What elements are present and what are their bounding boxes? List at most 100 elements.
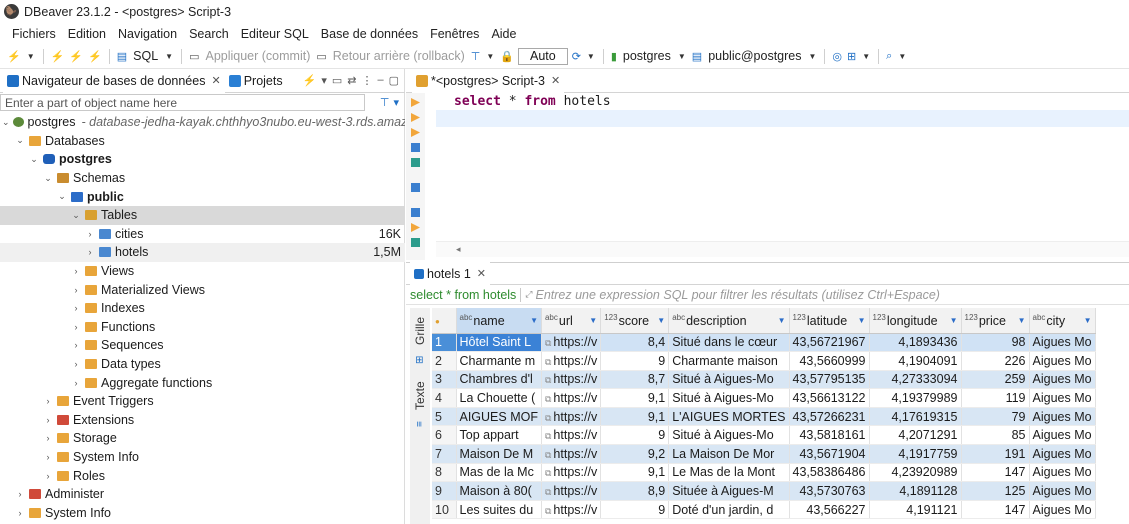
grid-cell[interactable]: ⧉ https://v — [541, 370, 602, 390]
chevron-down-icon[interactable]: ⌄ — [70, 210, 82, 221]
table-row[interactable]: 8 Mas de la Mc ⧉ https://v 9,1 Le Mas de la M… — [432, 463, 1096, 483]
grid-cell[interactable]: ⧉ https://v — [541, 407, 602, 427]
grid-cell[interactable]: 4,1893436 — [869, 333, 962, 353]
erd-icon[interactable]: ⊞ — [846, 50, 857, 63]
tree-system-info[interactable]: › System Info — [0, 448, 405, 467]
execute-script-icon[interactable] — [411, 128, 420, 137]
tree-connection-postgres[interactable]: ⌄ postgres - database-jedha-kayak.chthhy… — [0, 113, 405, 132]
grid-icon[interactable]: ⊞ — [411, 354, 429, 366]
chevron-right-icon[interactable]: › — [14, 489, 26, 499]
grid-cell[interactable]: 4,191121 — [869, 500, 962, 520]
row-number[interactable]: 1 — [432, 333, 457, 353]
grid-cell[interactable]: Aigues Mo — [1029, 370, 1096, 390]
open-script-icon[interactable] — [411, 223, 420, 232]
grid-cell[interactable]: Maison à 80( — [456, 481, 542, 501]
code-line[interactable]: select * from hotels — [436, 93, 1129, 110]
grid-cell[interactable]: 9,2 — [600, 444, 670, 464]
tree-functions[interactable]: › Functions — [0, 318, 405, 337]
filter-icon[interactable]: ⊤ — [380, 96, 390, 109]
grid-cell[interactable]: 4,17619315 — [869, 407, 962, 427]
tree-tables[interactable]: ⌄ Tables — [0, 206, 405, 225]
collapse-all-icon[interactable]: ▭ — [332, 74, 342, 87]
grid-cell[interactable]: 9 — [600, 500, 670, 520]
executed-query-label[interactable]: select * from hotels — [410, 288, 516, 302]
chevron-right-icon[interactable]: › — [42, 433, 54, 443]
grid-cell[interactable]: Situé à Aigues-Mo — [668, 388, 790, 408]
grid-cell[interactable]: Aigues Mo — [1029, 463, 1096, 483]
chevron-down-icon[interactable]: ▼ — [163, 52, 175, 61]
chevron-down-icon[interactable]: ▾ — [321, 74, 327, 87]
row-number[interactable]: 4 — [432, 388, 457, 408]
tree-aggregate-functions[interactable]: › Aggregate functions — [0, 373, 405, 392]
new-connection-icon[interactable]: ⚡ — [303, 74, 317, 87]
grid-cell[interactable]: Le Mas de la Mont — [668, 463, 790, 483]
chevron-right-icon[interactable]: › — [42, 452, 54, 462]
grid-cell[interactable]: 43,566227 — [789, 500, 870, 520]
chevron-down-icon[interactable]: ⌄ — [2, 117, 10, 128]
row-number[interactable]: 9 — [432, 481, 457, 501]
grid-cell[interactable]: Aigues Mo — [1029, 500, 1096, 520]
grid-cell[interactable]: L'AIGUES MORTES — [668, 407, 790, 427]
grid-view-tab[interactable]: Grille — [411, 312, 429, 350]
close-icon[interactable]: ✕ — [551, 74, 560, 87]
text-view-tab[interactable]: Texte — [411, 378, 429, 414]
dashboard-icon[interactable]: ◎ — [831, 50, 843, 63]
chevron-down-icon[interactable]: ▼ — [676, 52, 688, 61]
grid-cell[interactable]: 43,56613122 — [789, 388, 870, 408]
expand-icon[interactable]: ⤢ — [525, 289, 532, 300]
tree-storage[interactable]: › Storage — [0, 429, 405, 448]
chevron-right-icon[interactable]: › — [42, 415, 54, 425]
grid-cell[interactable]: 191 — [961, 444, 1030, 464]
history-icon[interactable]: ⟳ — [571, 50, 582, 63]
output-icon[interactable] — [411, 238, 420, 247]
tree-views[interactable]: › Views — [0, 262, 405, 281]
grid-cell[interactable]: 85 — [961, 425, 1030, 446]
grid-cell[interactable]: 43,5660999 — [789, 351, 870, 371]
grid-cell[interactable]: Charmante maison — [668, 351, 790, 371]
row-number[interactable]: 10 — [432, 500, 457, 520]
grid-cell[interactable]: Aigues Mo — [1029, 444, 1096, 464]
settings-icon[interactable] — [411, 183, 420, 192]
link-editor-icon[interactable]: ⇄ — [347, 74, 356, 87]
grid-cell[interactable]: 9,1 — [600, 388, 670, 408]
new-connection-icon[interactable]: ⚡ — [6, 50, 22, 63]
menu-base-de-donnees[interactable]: Base de données — [315, 27, 424, 41]
tree-table-cities[interactable]: › cities 16K — [0, 225, 405, 244]
new-script-icon[interactable] — [411, 208, 420, 217]
connect-icon[interactable]: ⚡ — [50, 50, 66, 63]
chevron-right-icon[interactable]: › — [84, 229, 96, 239]
grid-cell[interactable]: 4,27333094 — [869, 370, 962, 390]
grid-cell[interactable]: Aigues Mo — [1029, 425, 1096, 446]
editor-horizontal-scrollbar[interactable]: ◂ — [436, 241, 1129, 257]
grid-cell[interactable]: Situé à Aigues-Mo — [668, 425, 790, 446]
grid-cell[interactable]: Aigues Mo — [1029, 388, 1096, 408]
grid-cell[interactable]: ⧉ https://v — [541, 500, 602, 520]
grid-cell[interactable]: 9,1 — [600, 463, 670, 483]
tree-schema-public[interactable]: ⌄ public — [0, 187, 405, 206]
chevron-right-icon[interactable]: › — [70, 378, 82, 388]
grid-cell[interactable]: 226 — [961, 351, 1030, 371]
close-icon[interactable]: ✕ — [211, 74, 220, 87]
table-row[interactable]: 7 Maison De M ⧉ https://v 9,2 La Maison De Mo… — [432, 444, 1096, 464]
sql-editor-icon[interactable]: ▤ — [116, 50, 128, 63]
grid-cell[interactable]: La Chouette ( — [456, 388, 542, 408]
grid-cell[interactable]: 43,5818161 — [789, 425, 870, 446]
table-row[interactable]: 10 Les suites du ⧉ https://v 9 Doté d'un jard… — [432, 500, 1096, 520]
maximize-icon[interactable]: ▢ — [389, 74, 399, 87]
menu-fenetres[interactable]: Fenêtres — [424, 27, 485, 41]
grid-cell[interactable]: 43,5730763 — [789, 481, 870, 501]
grid-cell[interactable]: Charmante m — [456, 351, 542, 371]
tree-indexes[interactable]: › Indexes — [0, 299, 405, 318]
chevron-down-icon[interactable]: ▼ — [585, 52, 597, 61]
menu-navigation[interactable]: Navigation — [112, 27, 183, 41]
commit-button[interactable]: Appliquer (commit) — [203, 49, 312, 63]
menu-search[interactable]: Search — [183, 27, 235, 41]
column-header[interactable]: abcurl ▼ — [541, 308, 602, 334]
grid-cell[interactable]: Aigues Mo — [1029, 351, 1096, 371]
grid-cell[interactable]: Située à Aigues-M — [668, 481, 790, 501]
table-row[interactable]: 5 AIGUES MOF ⧉ https://v 9,1 L'AIGUES MORTES 4… — [432, 407, 1096, 427]
grid-cell[interactable]: 119 — [961, 388, 1030, 408]
column-header[interactable]: 123latitude ▼ — [789, 308, 870, 334]
tab-script-3[interactable]: *<postgres> Script-3 ✕ — [412, 68, 565, 93]
grid-cell[interactable]: Situé dans le cœur — [668, 333, 790, 353]
